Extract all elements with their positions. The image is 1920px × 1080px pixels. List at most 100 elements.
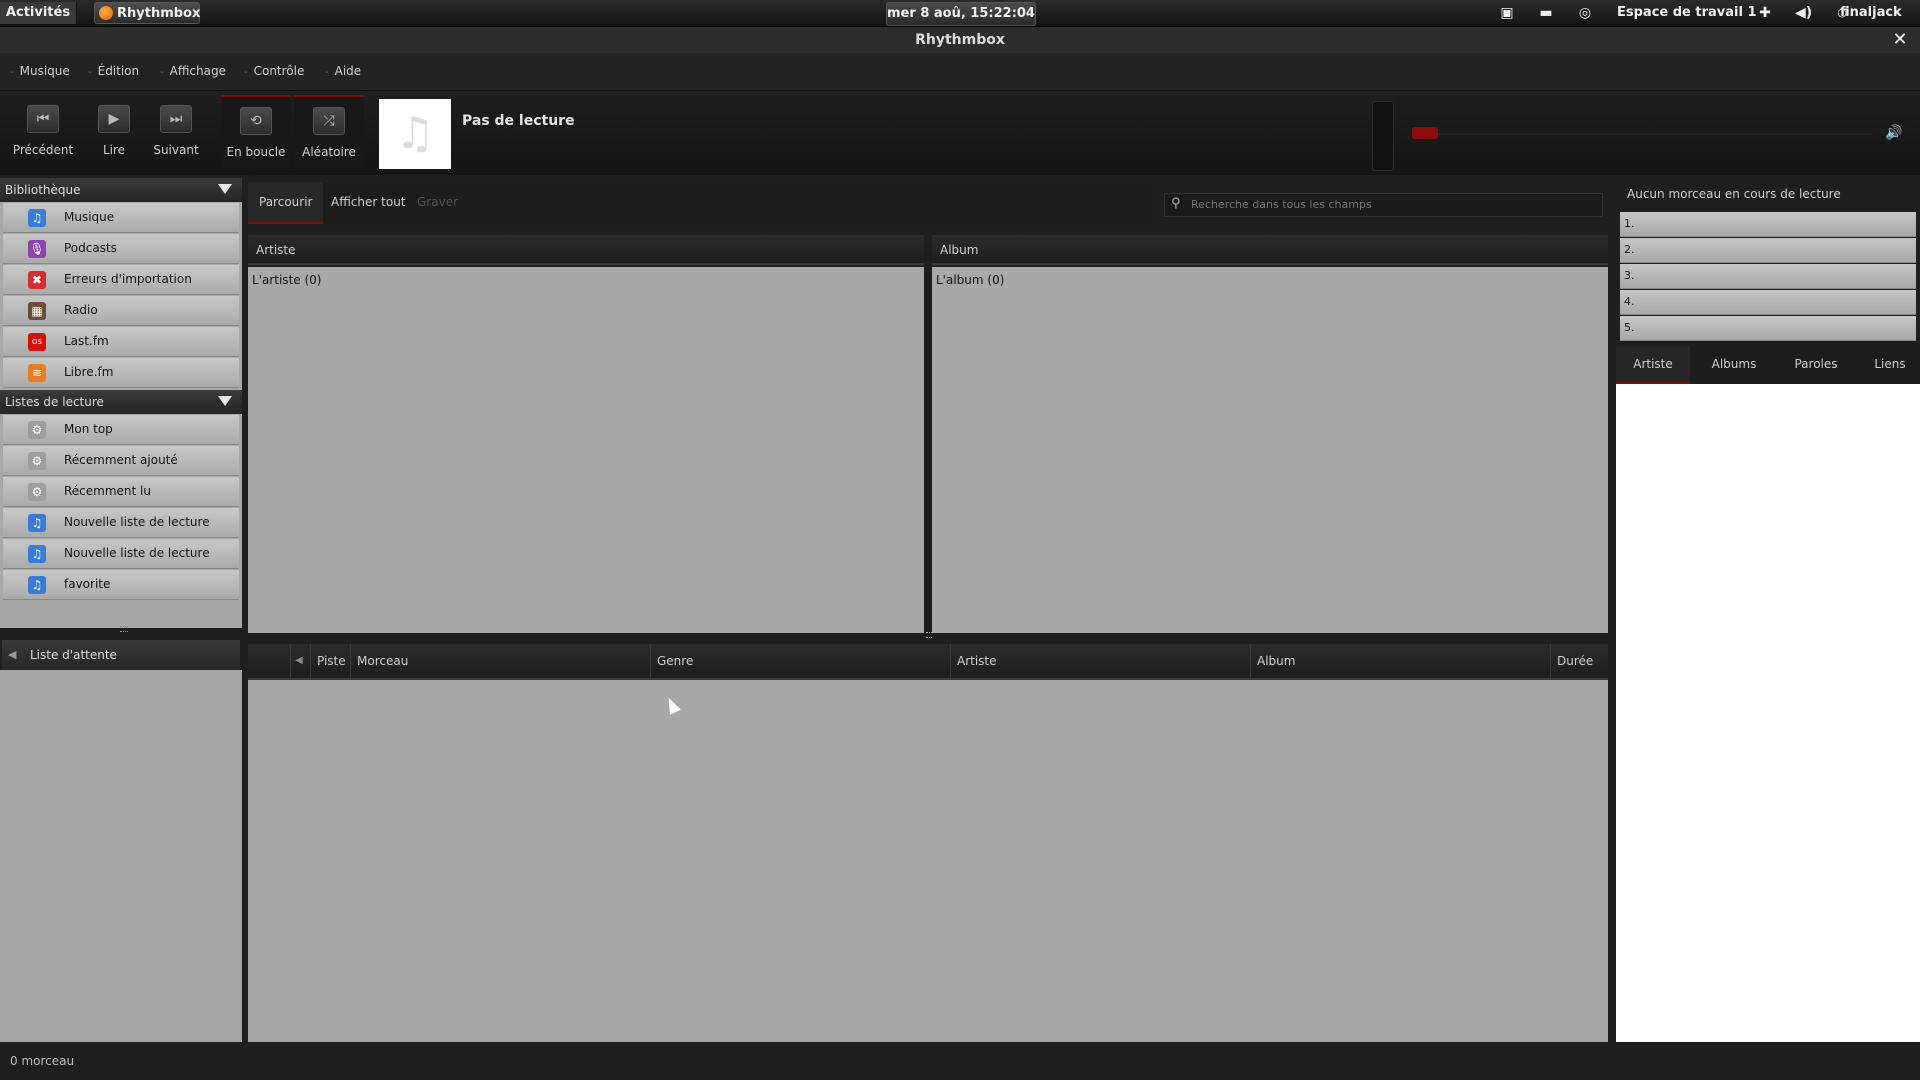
volume-button[interactable]: 🔊 (1885, 125, 1905, 145)
clock-button[interactable]: mer 8 aoû, 15:22:04 (886, 2, 1036, 26)
sidebar-item-erreurs-d-importation[interactable]: ✖ Erreurs d'importation (3, 265, 239, 295)
play-icon: ▶ (98, 105, 130, 133)
browse-button[interactable]: Parcourir (248, 182, 324, 224)
sidebar-item-radio[interactable]: ▦ Radio (3, 296, 239, 326)
album-all-row[interactable]: L'album (0) (936, 273, 1608, 287)
column-piste[interactable]: Piste (310, 644, 350, 678)
screen-icon[interactable]: ▣ (1499, 5, 1515, 21)
music-note-icon: ♫ (395, 108, 435, 159)
queue-header[interactable]: ◀ Liste d'attente (2, 640, 240, 670)
menu-edition[interactable]: Édition (88, 64, 140, 78)
sidebar-item-r-cemment-ajout-[interactable]: ⚙ Récemment ajouté (3, 446, 239, 476)
sidebar-item-musique[interactable]: ♫ Musique (3, 203, 239, 233)
speaker-icon: ◀ (290, 644, 310, 678)
playlists-section-title: Listes de lecture (5, 395, 104, 409)
close-icon[interactable]: ✕ (1890, 27, 1910, 53)
sidebar: Bibliothèque ♫ Musique 🎙 Podcasts ✖ Erreurs d… (0, 178, 242, 628)
track-list[interactable] (248, 680, 1608, 1042)
tab-artiste[interactable]: Artiste (1616, 346, 1690, 384)
collapse-arrow-icon[interactable] (218, 396, 232, 406)
app-menu-button[interactable]: Rhythmbox (94, 2, 200, 24)
tab-liens[interactable]: Liens (1860, 346, 1920, 382)
speaker-icon: ◀ (8, 648, 17, 661)
network-icon[interactable]: ◎ (1577, 5, 1593, 21)
sidebar-item-label: Nouvelle liste de lecture (64, 546, 210, 560)
column-album[interactable]: Album (1250, 644, 1550, 678)
playlists-section-header[interactable]: Listes de lecture (0, 390, 242, 414)
album-pane[interactable]: L'album (0) (932, 267, 1608, 633)
menu-bar: Musique Édition Affichage Contrôle Aide (0, 54, 1920, 91)
pane-resize-handle[interactable] (926, 632, 932, 638)
menu-aide[interactable]: Aide (325, 64, 362, 78)
album-column-header[interactable]: Album (932, 235, 1608, 265)
collapse-arrow-icon[interactable] (218, 184, 232, 194)
menu-affichage[interactable]: Affichage (160, 64, 226, 78)
accessibility-icon[interactable]: ✚ (1757, 5, 1773, 21)
album-art: ♫ (379, 99, 451, 169)
play-button[interactable]: ▶ Lire (79, 95, 149, 167)
sidebar-item-r-cemment-lu[interactable]: ⚙ Récemment lu (3, 477, 239, 507)
sidebar-item-nouvelle-liste-de-lecture[interactable]: ♫ Nouvelle liste de lecture (3, 539, 239, 569)
column-morceau[interactable]: Morceau (350, 644, 650, 678)
top-track-row[interactable]: 5. (1620, 316, 1916, 341)
play-label: Lire (102, 143, 126, 157)
radio-icon: ▦ (28, 302, 46, 320)
seek-handle-area[interactable] (1372, 101, 1394, 171)
context-now-playing: Aucun morceau en cours de lecture (1627, 187, 1841, 201)
menu-controle[interactable]: Contrôle (244, 64, 305, 78)
column-genre[interactable]: Genre (650, 644, 950, 678)
menu-musique[interactable]: Musique (10, 64, 70, 78)
sidebar-item-label: Nouvelle liste de lecture (64, 515, 210, 529)
sidebar-resize-handle[interactable] (120, 626, 128, 632)
search-box[interactable]: ⚲ (1164, 193, 1603, 217)
workspace-indicator[interactable]: Espace de travail 1 (1617, 2, 1757, 24)
music-note-icon: ♫ (28, 209, 46, 227)
folder-icon[interactable]: ▬ (1538, 5, 1554, 21)
sidebar-item-libre-fm[interactable]: ≋ Libre.fm (3, 358, 239, 388)
queue-list[interactable] (0, 670, 242, 1042)
column-status[interactable] (248, 644, 290, 678)
artist-all-row[interactable]: L'artiste (0) (252, 273, 924, 287)
column-duree[interactable]: Durée (1550, 644, 1608, 678)
app-menu-label: Rhythmbox (117, 6, 201, 21)
browse-toolbar: Parcourir Afficher tout Graver (248, 182, 1152, 224)
user-menu[interactable]: finaljack (1840, 2, 1902, 24)
volume-icon[interactable]: ◀) (1795, 5, 1812, 21)
repeat-toggle[interactable]: ⟲ En boucle (221, 95, 291, 169)
next-button[interactable]: ⏭ Suivant (141, 95, 211, 167)
previous-label: Précédent (12, 143, 74, 157)
sidebar-item-last-fm[interactable]: os Last.fm (3, 327, 239, 357)
column-artiste[interactable]: Artiste (950, 644, 1250, 678)
sidebar-item-favorite[interactable]: ♫ favorite (3, 570, 239, 600)
show-all-button[interactable]: Afficher tout (320, 182, 417, 222)
sidebar-item-podcasts[interactable]: 🎙 Podcasts (3, 234, 239, 264)
seek-bar[interactable] (1412, 133, 1872, 135)
sidebar-item-label: Récemment ajouté (64, 453, 178, 467)
sidebar-item-label: favorite (64, 577, 111, 591)
now-playing-title: Pas de lecture (462, 113, 575, 129)
top-track-row[interactable]: 2. (1620, 238, 1916, 263)
top-track-row[interactable]: 3. (1620, 264, 1916, 289)
burn-button[interactable]: Graver (406, 182, 469, 222)
top-track-row[interactable]: 4. (1620, 290, 1916, 315)
queue-title: Liste d'attente (30, 648, 117, 662)
status-bar: 0 morceau (0, 1046, 1920, 1080)
artist-pane[interactable]: L'artiste (0) (248, 267, 924, 633)
shuffle-toggle[interactable]: ⤮ Aléatoire (294, 95, 364, 169)
tab-albums[interactable]: Albums (1698, 346, 1770, 382)
seek-slider-knob[interactable] (1412, 127, 1438, 139)
tab-paroles[interactable]: Paroles (1780, 346, 1852, 382)
previous-button[interactable]: ⏮ Précédent (8, 95, 78, 167)
repeat-label: En boucle (226, 145, 286, 159)
sidebar-item-mon-top[interactable]: ⚙ Mon top (3, 415, 239, 445)
sidebar-item-nouvelle-liste-de-lecture[interactable]: ♫ Nouvelle liste de lecture (3, 508, 239, 538)
library-section-header[interactable]: Bibliothèque (0, 178, 242, 202)
activities-button[interactable]: Activités (0, 2, 77, 24)
artist-column-header[interactable]: Artiste (248, 235, 924, 265)
shuffle-label: Aléatoire (302, 145, 356, 159)
search-input[interactable] (1189, 197, 1593, 212)
player-toolbar: ⏮ Précédent ▶ Lire ⏭ Suivant ⟲ En boucle… (0, 91, 1920, 175)
gear-icon: ⚙ (28, 483, 46, 501)
top-track-row[interactable]: 1. (1620, 212, 1916, 237)
sidebar-item-label: Podcasts (64, 241, 117, 255)
